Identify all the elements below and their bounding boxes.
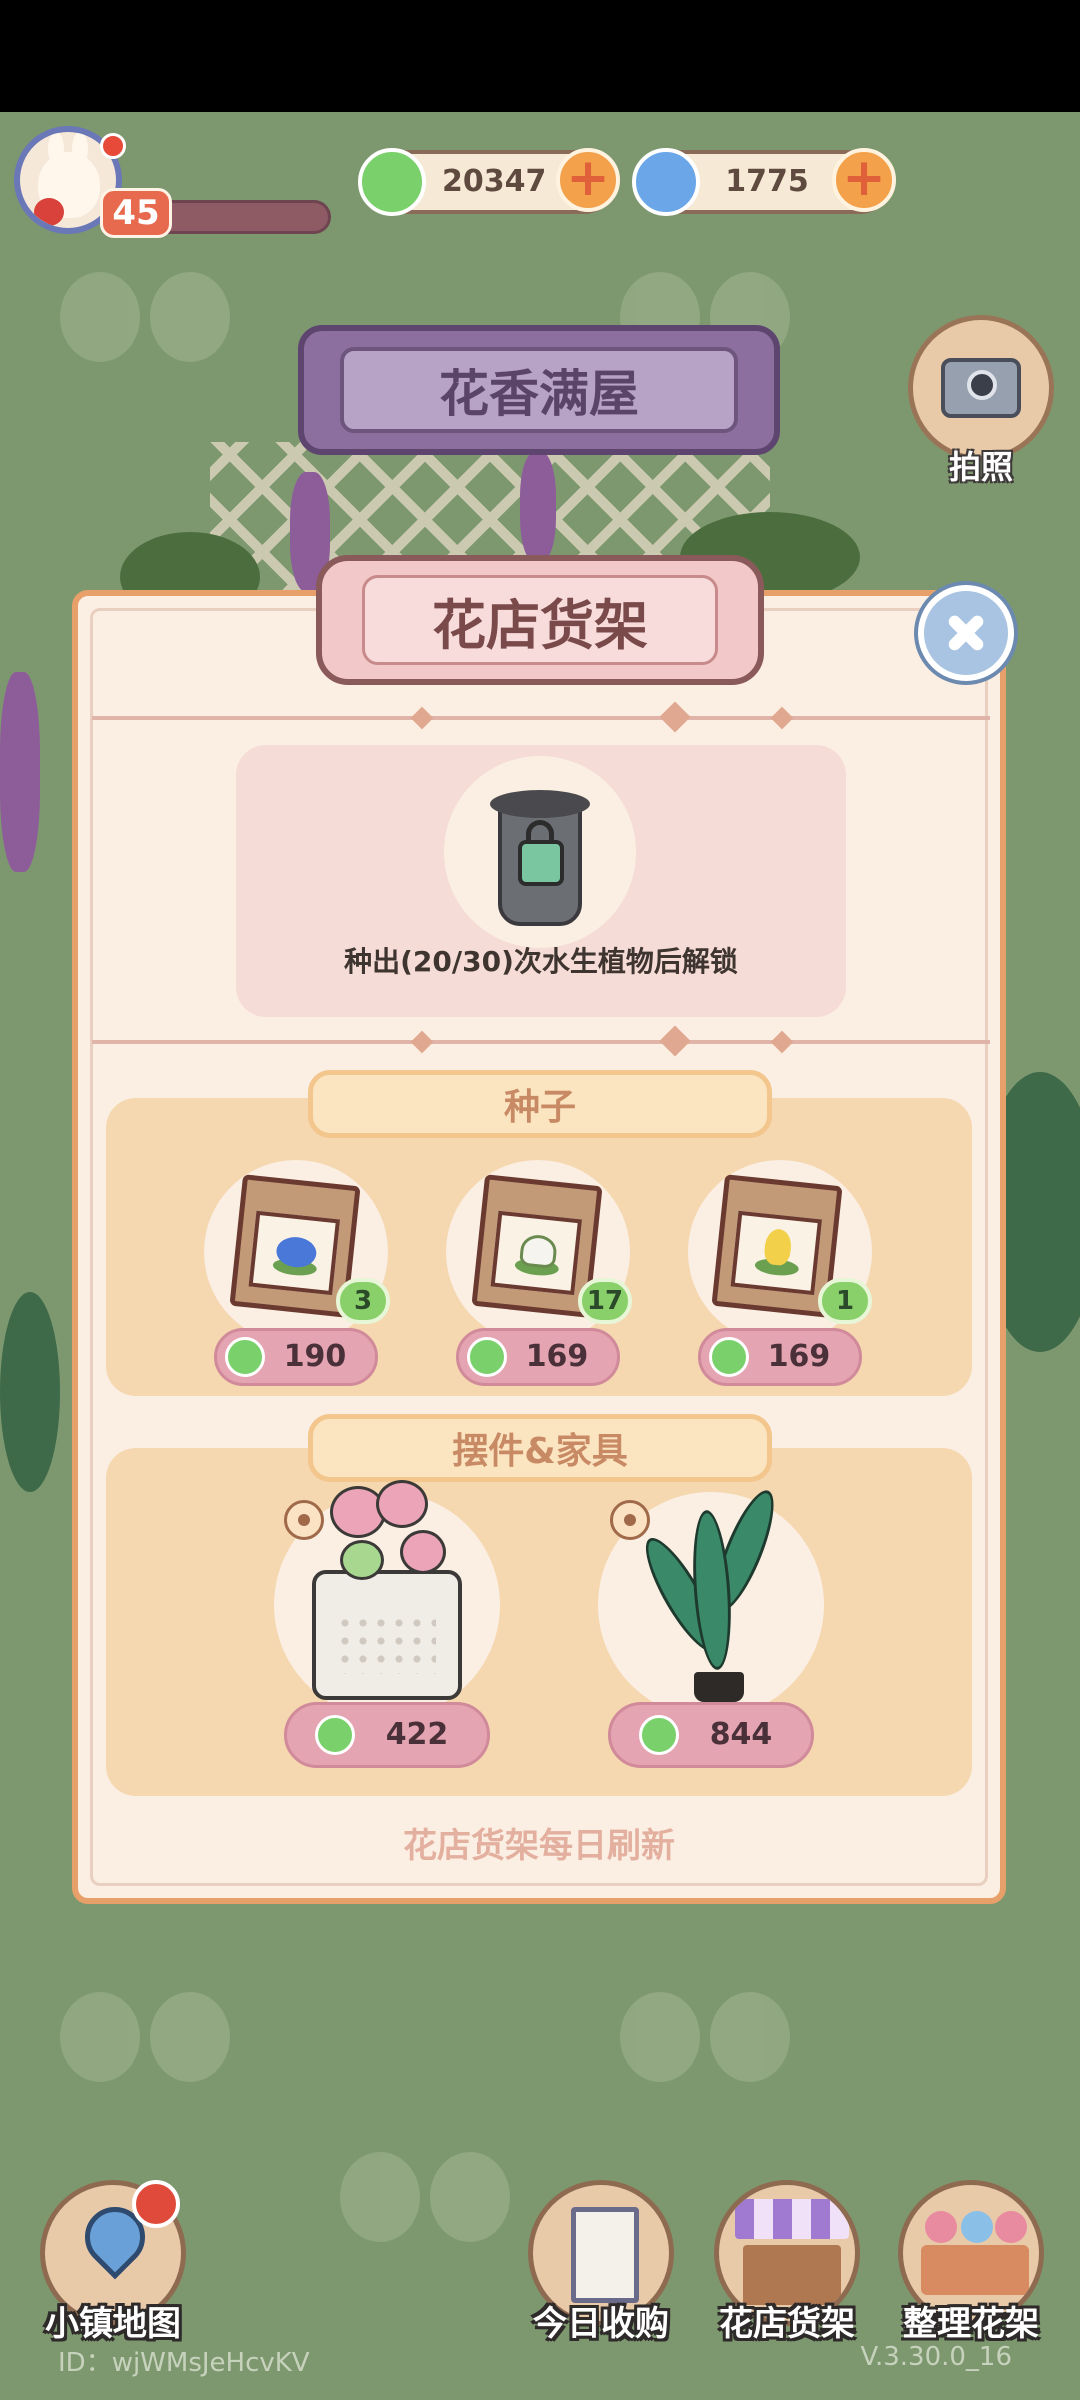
camera-icon <box>941 358 1021 418</box>
preview-eye-icon[interactable] <box>610 1500 650 1540</box>
preview-eye-icon[interactable] <box>284 1500 324 1540</box>
player-level-badge: 45 <box>100 188 172 238</box>
swirl-amount: 1775 <box>725 164 809 199</box>
clover-currency: 20347 + <box>358 148 620 216</box>
price-button[interactable]: 844 <box>608 1702 814 1768</box>
price-button[interactable]: 169 <box>456 1328 620 1386</box>
swirl-icon <box>632 148 700 216</box>
player-id: ID：wjWMsJeHcvKV <box>58 2348 310 2378</box>
divider <box>92 1040 990 1044</box>
notification-dot <box>100 133 126 159</box>
app-version: V.3.30.0_16 <box>860 2342 1012 2372</box>
clover-icon <box>709 1337 749 1377</box>
camera-button[interactable] <box>908 315 1054 461</box>
flower-shelf-label: 花店货架 <box>719 2304 855 2344</box>
seed-count-badge: 1 <box>818 1278 872 1324</box>
seed-count-badge: 17 <box>578 1278 632 1324</box>
locked-pot-icon <box>490 790 590 930</box>
clover-icon <box>467 1337 507 1377</box>
garden-title: 花香满屋 <box>439 365 639 423</box>
arrange-rack-label: 整理花架 <box>903 2304 1039 2344</box>
furniture-section-title: 摆件&家具 <box>308 1414 772 1482</box>
daily-purchase-label: 今日收购 <box>533 2304 669 2344</box>
pink-flower-pot-icon <box>312 1570 462 1700</box>
unlock-requirement-text: 种出(20/30)次水生植物后解锁 <box>344 945 738 978</box>
refresh-note: 花店货架每日刷新 <box>403 1826 675 1866</box>
seed-count-badge: 3 <box>336 1278 390 1324</box>
clover-icon <box>225 1337 265 1377</box>
town-map-label: 小镇地图 <box>45 2304 181 2344</box>
shop-panel-title: 花店货架 <box>432 593 648 657</box>
shop-panel-title-banner: 花店货架 <box>316 555 764 685</box>
status-bar <box>0 0 1080 112</box>
framed-plant-icon <box>571 2207 639 2303</box>
camera-label: 拍照 <box>948 448 1013 486</box>
furniture-section <box>106 1448 972 1796</box>
seeds-section-title: 种子 <box>308 1070 772 1138</box>
divider <box>92 716 990 720</box>
add-clover-button[interactable]: + <box>556 148 620 212</box>
notification-dot <box>132 2180 180 2228</box>
price-button[interactable]: 422 <box>284 1702 490 1768</box>
add-swirl-button[interactable]: + <box>832 148 896 212</box>
price-button[interactable]: 169 <box>698 1328 862 1386</box>
clover-amount: 20347 <box>442 164 547 199</box>
price-button[interactable]: 190 <box>214 1328 378 1386</box>
clover-icon <box>358 148 426 216</box>
swirl-currency: 1775 + <box>632 148 896 216</box>
clover-icon <box>315 1715 355 1755</box>
garden-title-banner: 花香满屋 <box>298 325 780 455</box>
close-button[interactable] <box>918 585 1014 681</box>
clover-icon <box>639 1715 679 1755</box>
